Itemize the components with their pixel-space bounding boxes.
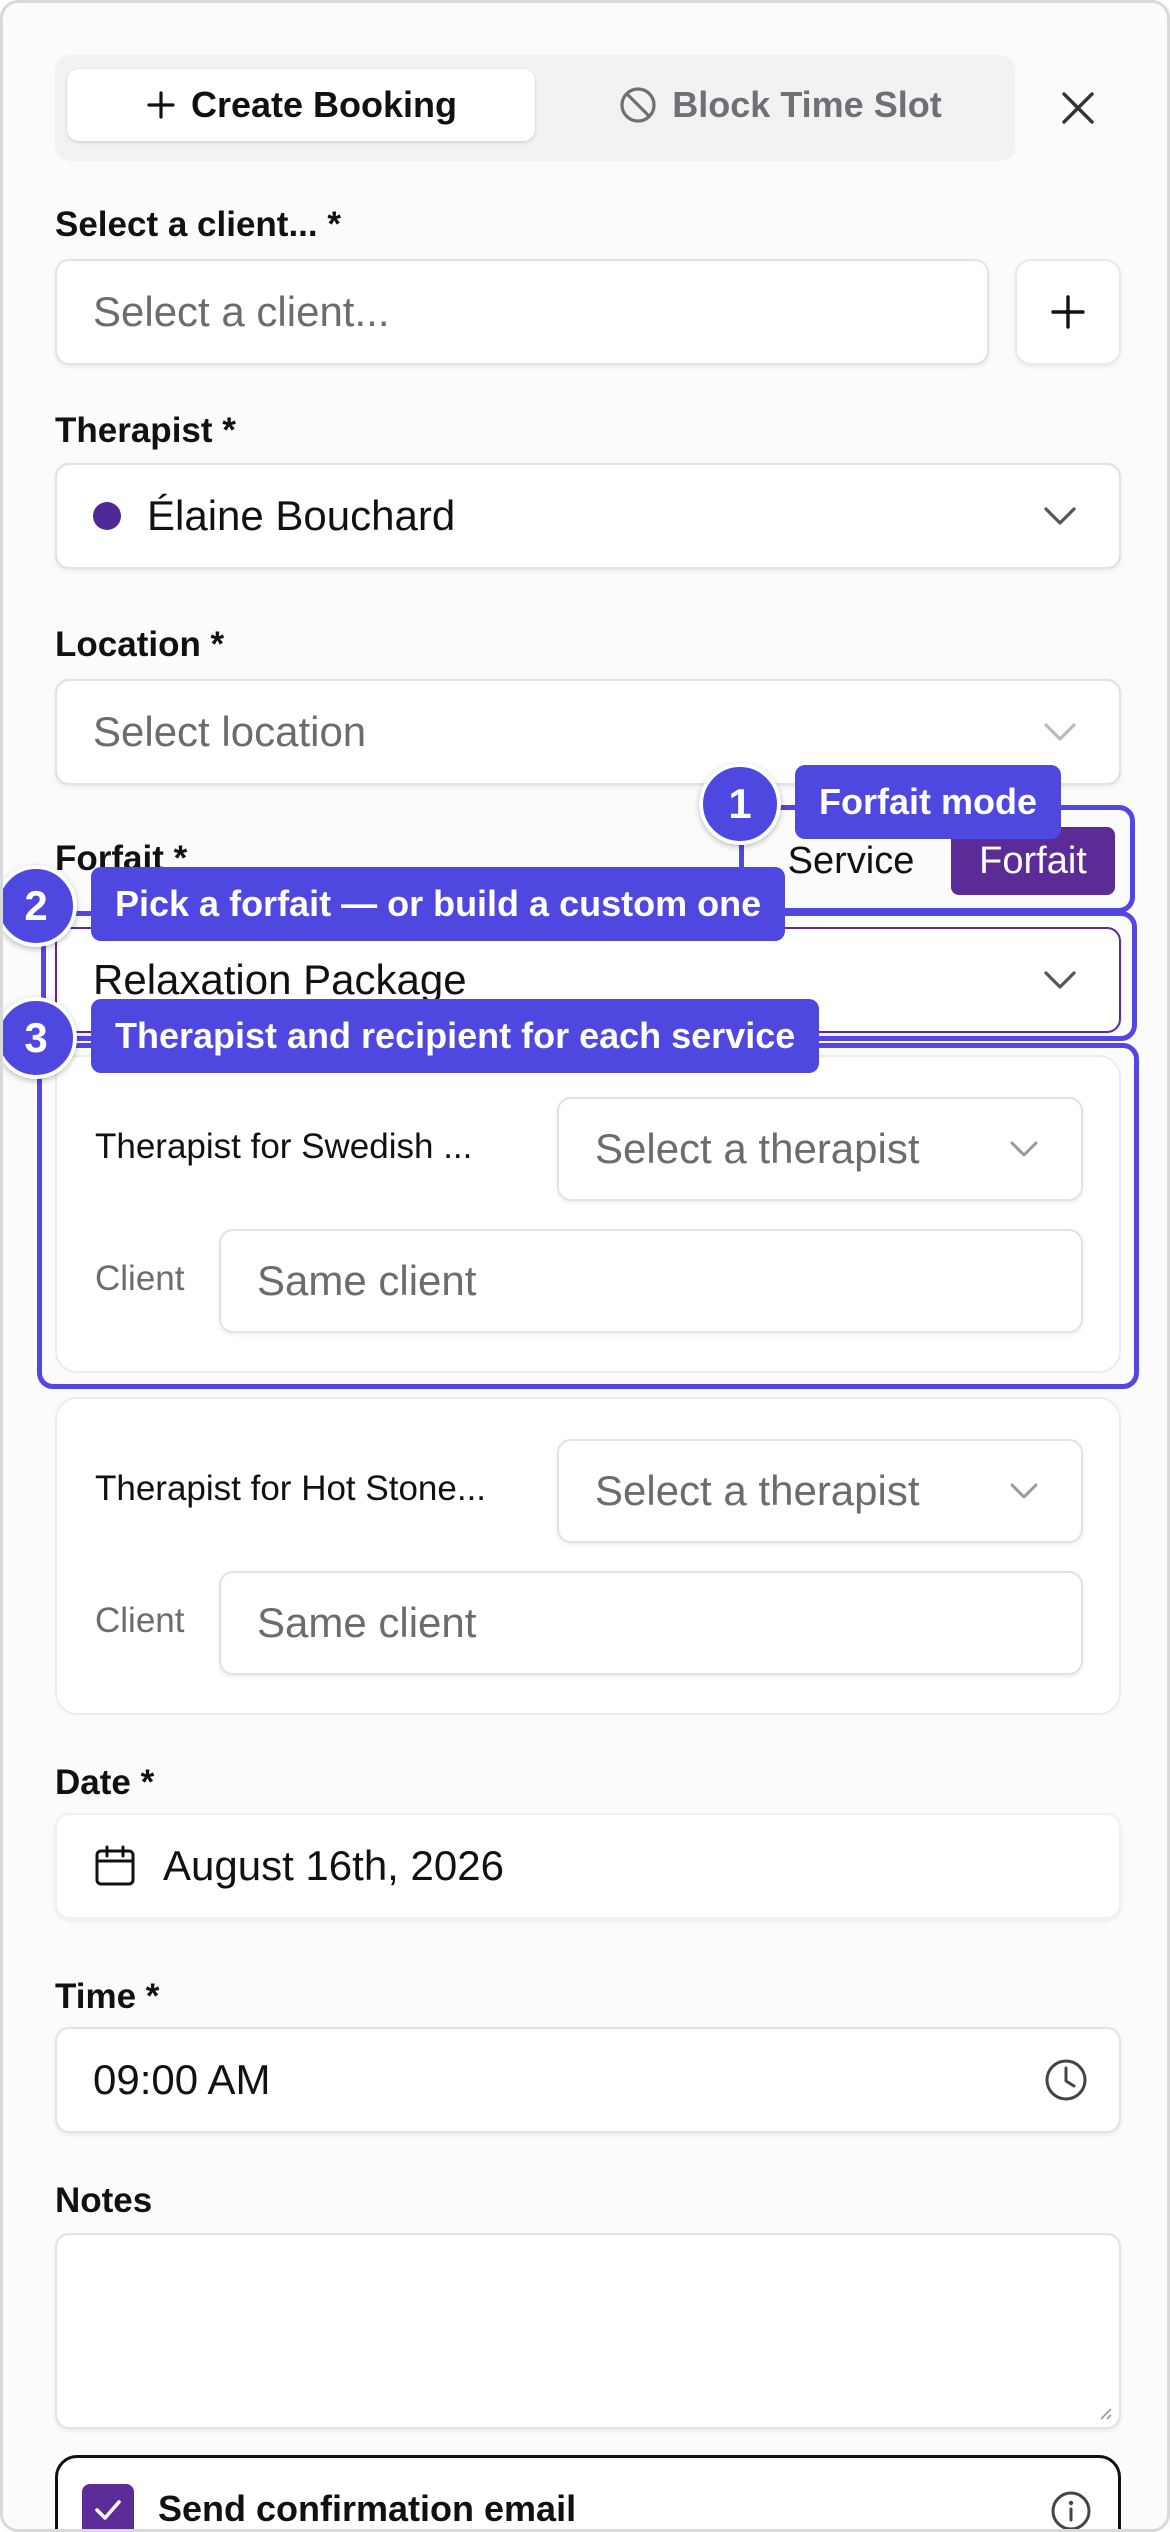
therapist-label: Therapist *: [55, 411, 236, 450]
ban-icon: [620, 87, 656, 123]
close-icon: [1062, 92, 1094, 124]
check-icon: [95, 2500, 121, 2520]
time-label: Time *: [55, 1977, 160, 2016]
chevron-down-icon: [1044, 507, 1076, 525]
location-label: Location *: [55, 625, 225, 664]
client-select[interactable]: Select a client...: [55, 259, 989, 365]
highlight-service-card: [37, 1043, 1139, 1389]
service-therapist-placeholder: Select a therapist: [595, 1467, 920, 1514]
service-client-label: Client: [95, 1601, 185, 1640]
callout-tip-3: Therapist and recipient for each service: [91, 999, 820, 1073]
add-client-button[interactable]: [1015, 259, 1121, 365]
chevron-down-icon: [1010, 1483, 1038, 1499]
notes-label: Notes: [55, 2181, 153, 2220]
tab-create-booking[interactable]: Create Booking: [67, 69, 535, 141]
service-client-input[interactable]: Same client: [219, 1571, 1083, 1675]
service-therapist-label: Therapist for Hot Stone...: [95, 1469, 487, 1508]
close-button[interactable]: [1049, 79, 1107, 137]
tab-create-booking-label: Create Booking: [190, 84, 458, 125]
send-confirmation-label: Send confirmation email: [158, 2488, 577, 2529]
notes-textarea[interactable]: [55, 2233, 1121, 2429]
service-therapist-select[interactable]: Select a therapist: [557, 1439, 1083, 1543]
callout-tip-2: Pick a forfait — or build a custom one: [91, 867, 786, 941]
chevron-down-icon: [1044, 723, 1076, 741]
time-value: 09:00 AM: [93, 2056, 271, 2103]
send-confirmation-checkbox[interactable]: [82, 2484, 134, 2529]
service-card: Therapist for Hot Stone... Select a ther…: [55, 1397, 1121, 1715]
date-value: August 16th, 2026: [163, 1842, 504, 1889]
client-placeholder: Select a client...: [93, 288, 390, 335]
therapist-select[interactable]: Élaine Bouchard: [55, 463, 1121, 569]
service-client-placeholder: Same client: [257, 1599, 477, 1646]
location-placeholder: Select location: [93, 708, 367, 755]
date-picker[interactable]: August 16th, 2026: [55, 1813, 1121, 1919]
therapist-color-dot: [93, 502, 121, 530]
date-label: Date *: [55, 1763, 155, 1802]
tab-block-time-slot[interactable]: Block Time Slot: [555, 69, 1005, 141]
plus-icon: [1051, 295, 1085, 329]
callout-badge-1: 1: [699, 763, 781, 845]
clock-icon: [1045, 2059, 1087, 2101]
therapist-value: Élaine Bouchard: [147, 492, 456, 539]
tab-block-time-slot-label: Block Time Slot: [672, 84, 942, 125]
booking-panel: Create Booking Block Time Slot Select a …: [0, 0, 1170, 2532]
plus-icon: [147, 91, 175, 119]
client-label: Select a client... *: [55, 205, 341, 244]
resize-handle-icon[interactable]: [1097, 2405, 1113, 2421]
info-icon[interactable]: [1050, 2490, 1092, 2532]
calendar-icon: [95, 1845, 135, 1886]
time-input[interactable]: 09:00 AM: [55, 2027, 1121, 2133]
callout-tip-1: Forfait mode: [795, 765, 1062, 839]
send-confirmation-row[interactable]: Send confirmation email: [55, 2455, 1121, 2532]
mode-tabs: Create Booking Block Time Slot: [55, 55, 1015, 161]
